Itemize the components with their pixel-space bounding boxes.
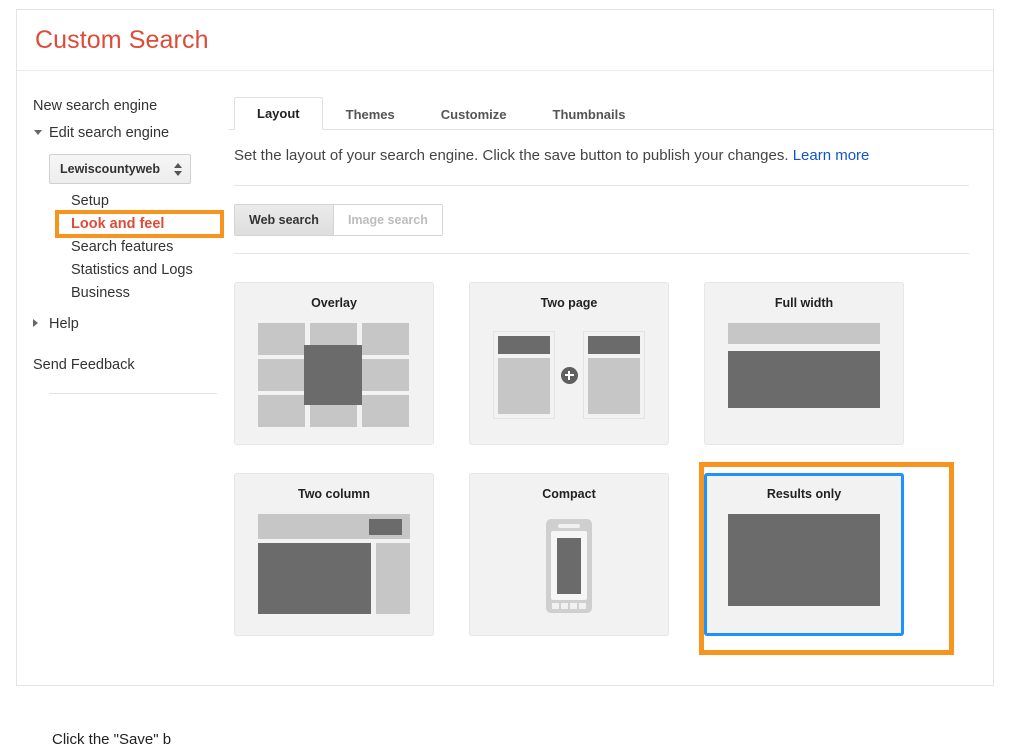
sidebar: New search engine Edit search engine Lew…: [17, 71, 229, 394]
layout-card-title: Results only: [766, 487, 842, 501]
search-type-toggle: Web search Image search: [234, 204, 443, 236]
sidebar-item-label: Setup: [71, 193, 109, 209]
engine-select-value: Lewiscountyweb: [60, 162, 161, 176]
chevron-right-icon: [33, 319, 38, 327]
layout-preview-results-only: [728, 514, 880, 618]
footer-note: Click the "Save" b: [52, 731, 172, 748]
toggle-label: Image search: [347, 213, 428, 227]
engine-select-dropdown[interactable]: Lewiscountyweb: [49, 154, 191, 184]
sidebar-item-label: Business: [71, 285, 130, 301]
sidebar-item-send-feedback[interactable]: Send Feedback: [33, 352, 229, 379]
toggle-web-search[interactable]: Web search: [235, 205, 334, 235]
sidebar-item-new-search-engine[interactable]: New search engine: [33, 93, 229, 120]
layout-card-results-only[interactable]: Results only: [704, 473, 904, 636]
sidebar-sub-nav: Setup Look and feel Search features Stat…: [33, 190, 229, 305]
layout-options-grid: Overlay Two page Full width Two column C…: [234, 282, 954, 655]
layout-preview-full-width: [728, 323, 880, 427]
layout-card-full-width[interactable]: Full width: [704, 282, 904, 445]
layout-preview-two-page: [493, 323, 645, 427]
layout-card-title: Full width: [774, 296, 834, 310]
app-body: New search engine Edit search engine Lew…: [17, 71, 993, 671]
chevron-down-icon: [34, 130, 42, 139]
layout-card-two-page[interactable]: Two page: [469, 282, 669, 445]
layout-card-two-column[interactable]: Two column: [234, 473, 434, 636]
tab-description: Set the layout of your search engine. Cl…: [234, 145, 993, 167]
sidebar-item-search-features[interactable]: Search features: [33, 236, 229, 259]
phone-icon: [546, 519, 592, 613]
layout-preview-overlay: [258, 323, 410, 427]
sidebar-item-setup[interactable]: Setup: [33, 190, 229, 213]
layout-card-title: Overlay: [311, 296, 357, 310]
page-title: Custom Search: [35, 25, 209, 54]
toggle-label: Web search: [249, 213, 319, 227]
description-divider: [234, 185, 969, 186]
layout-preview-two-column: [258, 514, 410, 618]
sidebar-item-label: Send Feedback: [33, 357, 135, 373]
description-text: Set the layout of your search engine. Cl…: [234, 147, 789, 164]
plus-icon: [560, 366, 578, 384]
tab-themes[interactable]: Themes: [323, 98, 418, 130]
tab-label: Themes: [345, 107, 395, 122]
tab-label: Layout: [257, 106, 300, 121]
learn-more-link[interactable]: Learn more: [793, 147, 870, 164]
tab-strip: Layout Themes Customize Thumbnails: [229, 97, 993, 130]
toggle-image-search[interactable]: Image search: [333, 205, 442, 235]
app-header: Custom Search: [17, 10, 993, 71]
layout-card-title: Two column: [298, 487, 370, 501]
sidebar-item-label: Search features: [71, 239, 174, 255]
sidebar-item-label: Statistics and Logs: [71, 262, 193, 278]
layout-card-title: Two page: [540, 296, 598, 310]
tab-customize[interactable]: Customize: [418, 98, 530, 130]
sidebar-item-label: Help: [49, 316, 79, 332]
sidebar-item-statistics-and-logs[interactable]: Statistics and Logs: [33, 259, 229, 282]
sidebar-item-help[interactable]: Help: [33, 311, 229, 338]
layout-card-overlay[interactable]: Overlay: [234, 282, 434, 445]
sidebar-item-label: New search engine: [33, 98, 158, 114]
tab-label: Thumbnails: [552, 107, 626, 122]
sidebar-item-edit-search-engine[interactable]: Edit search engine: [33, 120, 229, 147]
main-content: Layout Themes Customize Thumbnails Set t…: [229, 71, 993, 671]
sidebar-item-look-and-feel[interactable]: Look and feel: [33, 213, 229, 236]
custom-search-app: Custom Search New search engine Edit sea…: [16, 9, 994, 686]
tab-label: Customize: [440, 107, 507, 122]
sidebar-item-label: Edit search engine: [49, 125, 170, 141]
layout-card-compact[interactable]: Compact: [469, 473, 669, 636]
layout-card-title: Compact: [542, 487, 596, 501]
layout-preview-compact: [493, 514, 645, 618]
sidebar-item-business[interactable]: Business: [33, 282, 229, 305]
tab-thumbnails[interactable]: Thumbnails: [530, 98, 649, 130]
sidebar-divider: [49, 393, 217, 394]
select-arrows-icon: [174, 162, 182, 176]
toggle-divider: [234, 253, 969, 254]
sidebar-item-label: Look and feel: [71, 216, 165, 232]
tab-layout[interactable]: Layout: [234, 97, 323, 130]
